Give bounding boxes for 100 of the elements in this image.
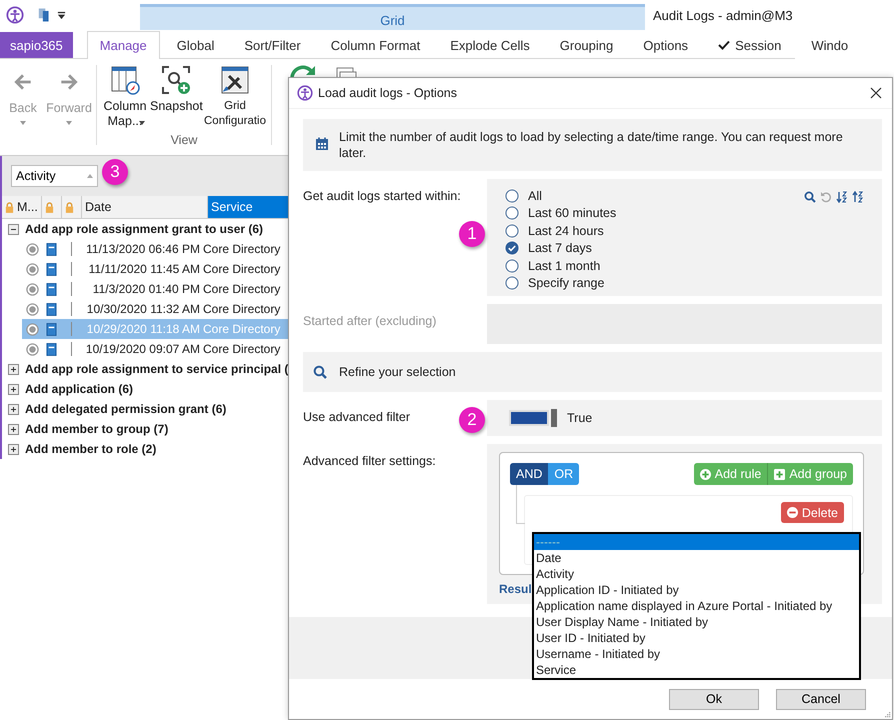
search-icon — [313, 365, 327, 379]
radio-option[interactable]: Last 60 minutes — [505, 204, 616, 222]
service-cell: Core Directory — [203, 322, 280, 336]
toggle-switch[interactable] — [509, 410, 557, 426]
caret-icon — [87, 174, 93, 178]
expand-icon[interactable] — [8, 444, 19, 454]
ribbon-tab[interactable]: Grouping — [546, 31, 626, 58]
group-by-dropdown[interactable]: Activity — [11, 165, 98, 187]
status-dot-icon — [26, 242, 39, 256]
date-cell: 10/30/2020 11:32 AM — [71, 302, 203, 316]
ribbon-tab[interactable]: Global — [164, 31, 228, 58]
caret-icon — [66, 121, 72, 125]
plus-square-icon — [774, 468, 786, 480]
date-cell: 10/19/2020 09:07 AM — [71, 342, 203, 356]
ribbon-tab[interactable]: Options — [630, 31, 702, 58]
document-icon — [46, 262, 57, 276]
column-header[interactable]: M... — [2, 196, 42, 218]
sort-descending-icon[interactable] — [852, 191, 864, 203]
collapse-icon[interactable] — [8, 224, 19, 234]
grid-row[interactable]: 11/13/2020 06:46 PM Core Directory — [22, 239, 290, 259]
callout-badge: 1 — [459, 221, 485, 247]
close-icon[interactable] — [870, 87, 882, 99]
grid-row[interactable]: 11/3/2020 01:40 PM Core Directory — [22, 279, 290, 299]
connector-line — [516, 485, 525, 524]
dialog-title: Load audit logs - Options — [318, 86, 457, 100]
date-cell: 11/13/2020 06:46 PM — [71, 242, 203, 256]
expand-icon[interactable] — [8, 384, 19, 394]
devices-icon[interactable] — [38, 7, 51, 23]
service-cell: Core Directory — [203, 342, 280, 356]
group-label: Add delegated permission grant (6) — [25, 402, 226, 416]
ok-button[interactable]: Ok — [669, 688, 759, 710]
date-cell: 11/11/2020 11:45 AM — [71, 262, 203, 276]
delete-button[interactable]: Delete — [780, 502, 844, 523]
resize-grip-icon[interactable] — [883, 710, 891, 718]
ribbon-tab[interactable]: Column Format — [318, 31, 434, 58]
field-label: Advanced filter settings: — [303, 454, 436, 468]
field-label: Use advanced filter — [303, 410, 410, 424]
date-cell: 11/3/2020 01:40 PM — [71, 282, 203, 296]
callout-badge: 3 — [102, 159, 128, 185]
ribbon-tab[interactable]: Sort/Filter — [231, 31, 314, 58]
field-label: Started after (excluding) — [303, 314, 436, 328]
dropdown-option[interactable]: Date — [534, 550, 859, 566]
plus-circle-icon — [700, 468, 711, 480]
ribbon-tab[interactable]: Manage — [86, 31, 160, 59]
status-dot-icon — [26, 282, 39, 296]
dropdown-option[interactable]: Application ID - Initiated by — [534, 582, 859, 598]
expand-icon[interactable] — [8, 364, 19, 374]
radio-option[interactable]: Specify range — [505, 274, 616, 292]
ribbon-tab[interactable]: Explode Cells — [437, 31, 543, 58]
document-icon — [46, 282, 57, 296]
tools-icon — [220, 65, 250, 95]
column-header[interactable]: Service — [208, 196, 290, 218]
snapshot-button[interactable]: Snapshot — [149, 59, 203, 129]
grid-row[interactable]: 11/11/2020 11:45 AM Core Directory — [22, 259, 290, 279]
service-cell: Core Directory — [203, 282, 280, 296]
section-title: Refine your selection — [339, 365, 456, 379]
radio-option[interactable]: Last 7 days — [505, 240, 616, 257]
service-cell: Core Directory — [203, 262, 280, 276]
field-label: Get audit logs started within: — [303, 189, 461, 203]
dropdown-option[interactable]: Application name displayed in Azure Portal - Initiated by — [534, 598, 859, 614]
minus-circle-icon — [786, 507, 798, 518]
status-dot-icon — [26, 322, 39, 336]
status-dot-icon — [26, 262, 39, 276]
grid-row[interactable]: 10/30/2020 11:32 AM Core Directory — [22, 299, 290, 319]
expand-icon[interactable] — [8, 424, 19, 434]
check-icon — [718, 40, 730, 50]
refresh-icon[interactable] — [288, 64, 318, 78]
radio-option[interactable]: Last 1 month — [505, 257, 616, 274]
app-logo-icon[interactable] — [6, 6, 24, 24]
document-icon — [46, 322, 57, 336]
grid-configuration-button[interactable]: Grid Configuratio — [203, 59, 267, 129]
radio-option[interactable]: All — [505, 187, 616, 204]
app-menu-button[interactable]: sapio365 — [0, 32, 73, 58]
search-icon[interactable] — [804, 191, 816, 203]
cancel-button[interactable]: Cancel — [776, 688, 866, 710]
dropdown-option[interactable]: Username - Initiated by — [534, 646, 859, 662]
group-label: Add member to group (7) — [25, 422, 168, 436]
app-logo-icon — [297, 85, 313, 101]
radio-option[interactable]: Last 24 hours — [505, 222, 616, 240]
results-link[interactable]: Resul — [499, 582, 532, 596]
document-icon — [46, 302, 57, 316]
snapshot-icon — [161, 65, 191, 95]
dropdown-option[interactable]: User ID - Initiated by — [534, 630, 859, 646]
status-dot-icon — [26, 342, 39, 356]
dropdown-option[interactable]: Service — [534, 662, 859, 678]
group-label: Add member to role (2) — [25, 442, 156, 456]
dropdown-option[interactable]: Activity — [534, 566, 859, 582]
dropdown-option[interactable]: User Display Name - Initiated by — [534, 614, 859, 630]
ribbon-tab[interactable]: Session — [705, 31, 794, 58]
customize-toolbar-icon[interactable] — [57, 10, 66, 20]
column-map-button[interactable]: Column Map... — [101, 59, 149, 129]
lock-icon — [5, 202, 14, 212]
grid-row[interactable]: 10/19/2020 09:07 AM Core Directory — [22, 339, 290, 359]
group-label: Add app role assignment grant to user (6) — [25, 222, 264, 236]
service-cell: Core Directory — [203, 302, 280, 316]
sort-ascending-icon[interactable] — [836, 191, 848, 203]
expand-icon[interactable] — [8, 404, 19, 414]
status-dot-icon — [26, 302, 39, 316]
condition-toggle[interactable]: AND — [510, 463, 548, 485]
ribbon-tab[interactable]: Windo — [798, 31, 862, 58]
